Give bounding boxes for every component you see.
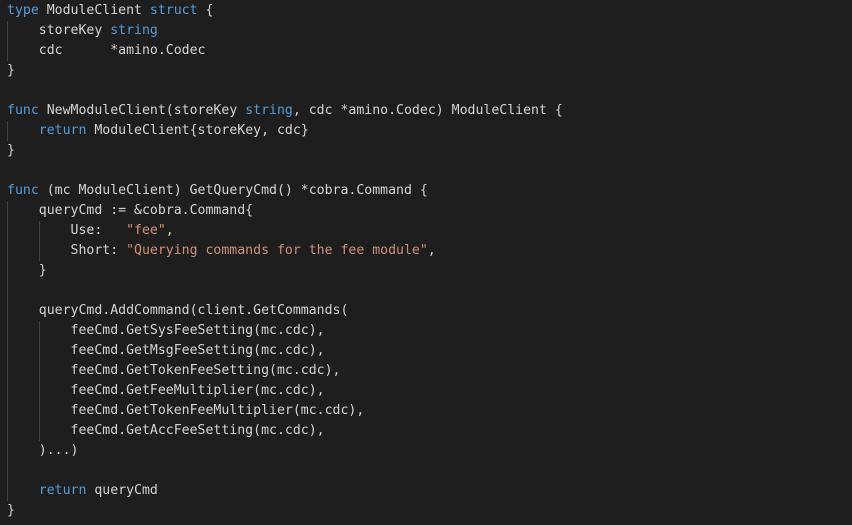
code-string: "fee" bbox=[126, 223, 166, 238]
indent-guide bbox=[7, 241, 8, 261]
indent-guide bbox=[7, 121, 8, 141]
code-line: feeCmd.GetFeeMultiplier(mc.cdc), bbox=[7, 381, 563, 401]
code-line: } bbox=[7, 261, 563, 281]
code-keyword: type bbox=[7, 3, 39, 18]
indent-guide bbox=[7, 201, 8, 221]
indent-guide bbox=[38, 341, 40, 361]
code-text: , bbox=[165, 223, 174, 238]
indent-guide bbox=[7, 281, 8, 301]
indent-guide bbox=[38, 381, 40, 401]
code-text: feeCmd.GetMsgFeeSetting(mc.cdc), bbox=[7, 343, 325, 358]
code-editor[interactable]: type ModuleClient struct { storeKey stri… bbox=[7, 1, 563, 521]
indent-guide bbox=[7, 321, 8, 341]
code-text: (mc ModuleClient) GetQueryCmd() *cobra.C… bbox=[38, 183, 428, 198]
indent-guide bbox=[7, 381, 8, 401]
indent-guide bbox=[38, 321, 40, 341]
code-line: storeKey string bbox=[7, 21, 563, 41]
code-line: func (mc ModuleClient) GetQueryCmd() *co… bbox=[7, 181, 563, 201]
code-string: "Querying commands for the fee module" bbox=[126, 243, 428, 258]
code-text: , bbox=[427, 243, 436, 258]
code-line: feeCmd.GetSysFeeSetting(mc.cdc), bbox=[7, 321, 563, 341]
code-keyword: string bbox=[110, 23, 158, 38]
code-line: return queryCmd bbox=[7, 481, 563, 501]
indent-guide bbox=[7, 301, 8, 321]
code-text: storeKey bbox=[7, 23, 111, 38]
code-keyword: return bbox=[38, 483, 87, 498]
indent-guide bbox=[7, 261, 8, 281]
code-keyword: struct bbox=[149, 3, 198, 18]
code-line: return ModuleClient{storeKey, cdc} bbox=[7, 121, 563, 141]
code-text: } bbox=[7, 263, 47, 278]
indent-guide bbox=[38, 401, 40, 421]
indent-guide bbox=[7, 401, 8, 421]
code-keyword: return bbox=[38, 123, 87, 138]
code-text: queryCmd bbox=[86, 483, 158, 498]
indent-guide bbox=[38, 421, 40, 441]
code-line: cdc *amino.Codec bbox=[7, 41, 563, 61]
code-line bbox=[7, 281, 563, 301]
indent-guide bbox=[38, 361, 40, 381]
code-line: queryCmd := &cobra.Command{ bbox=[7, 201, 563, 221]
code-text: feeCmd.GetTokenFeeMultiplier(mc.cdc), bbox=[7, 403, 365, 418]
code-text: NewModuleClient(storeKey bbox=[38, 103, 246, 118]
code-text: Short: bbox=[7, 243, 127, 258]
code-line: } bbox=[7, 141, 563, 161]
code-line: feeCmd.GetMsgFeeSetting(mc.cdc), bbox=[7, 341, 563, 361]
code-text: queryCmd := &cobra.Command{ bbox=[7, 203, 254, 218]
indent-guide bbox=[7, 361, 8, 381]
code-line: Short: "Querying commands for the fee mo… bbox=[7, 241, 563, 261]
code-text: feeCmd.GetFeeMultiplier(mc.cdc), bbox=[7, 383, 325, 398]
code-text: , cdc *amino.Codec) ModuleClient { bbox=[292, 103, 563, 118]
code-line: func NewModuleClient(storeKey string, cd… bbox=[7, 101, 563, 121]
code-text: cdc *amino.Codec bbox=[7, 43, 206, 58]
code-line: feeCmd.GetAccFeeSetting(mc.cdc), bbox=[7, 421, 563, 441]
indent-guide bbox=[7, 481, 8, 501]
indent-guide bbox=[7, 341, 8, 361]
code-keyword: func bbox=[7, 103, 39, 118]
indent-guide bbox=[7, 21, 8, 41]
indent-guide bbox=[7, 221, 8, 241]
code-line bbox=[7, 461, 563, 481]
code-text: feeCmd.GetSysFeeSetting(mc.cdc), bbox=[7, 323, 325, 338]
code-line: } bbox=[7, 501, 563, 521]
code-text: { bbox=[197, 3, 214, 18]
indent-guide bbox=[7, 41, 8, 61]
code-line: queryCmd.AddCommand(client.GetCommands( bbox=[7, 301, 563, 321]
code-line: Use: "fee", bbox=[7, 221, 563, 241]
indent-guide bbox=[38, 221, 40, 241]
code-text: feeCmd.GetAccFeeSetting(mc.cdc), bbox=[7, 423, 325, 438]
code-line: } bbox=[7, 61, 563, 81]
code-text: } bbox=[7, 63, 15, 78]
code-text: } bbox=[7, 143, 15, 158]
code-keyword: string bbox=[245, 103, 293, 118]
indent-guide bbox=[38, 241, 40, 261]
code-text: feeCmd.GetTokenFeeSetting(mc.cdc), bbox=[7, 363, 341, 378]
code-text: ModuleClient{storeKey, cdc} bbox=[86, 123, 309, 138]
code-text: ModuleClient bbox=[38, 3, 150, 18]
indent-guide bbox=[7, 421, 8, 441]
code-line: type ModuleClient struct { bbox=[7, 1, 563, 21]
code-keyword: func bbox=[7, 183, 39, 198]
code-line: feeCmd.GetTokenFeeSetting(mc.cdc), bbox=[7, 361, 563, 381]
code-text: )...) bbox=[7, 443, 79, 458]
code-text: } bbox=[7, 503, 15, 518]
code-line: )...) bbox=[7, 441, 563, 461]
code-text: queryCmd.AddCommand(client.GetCommands( bbox=[7, 303, 349, 318]
indent-guide bbox=[7, 441, 8, 461]
indent-guide bbox=[7, 461, 8, 481]
code-text: Use: bbox=[7, 223, 127, 238]
code-line: feeCmd.GetTokenFeeMultiplier(mc.cdc), bbox=[7, 401, 563, 421]
